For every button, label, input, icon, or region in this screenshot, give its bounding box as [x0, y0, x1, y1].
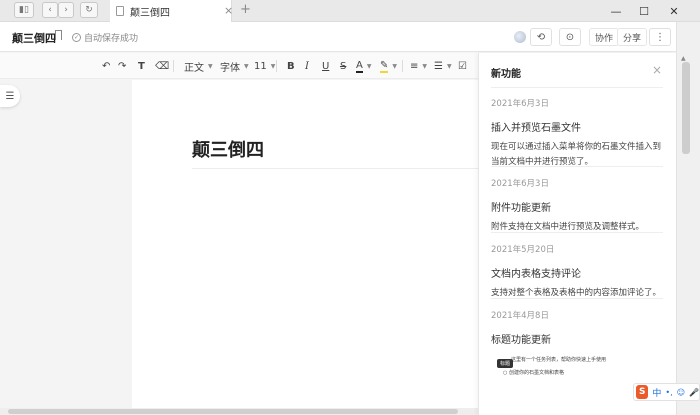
feature-date: 2021年6月3日 — [491, 99, 549, 109]
collaborate-button[interactable]: 协作 — [589, 28, 620, 46]
share-button[interactable]: 分享 — [617, 28, 648, 46]
horizontal-scroll-thumb[interactable] — [8, 409, 458, 414]
caret-down-icon: ▼ — [392, 62, 398, 70]
divider — [491, 232, 663, 233]
checklist-icon[interactable]: ☑ — [458, 59, 467, 73]
minimize-button[interactable]: — — [604, 0, 628, 22]
save-status: ✓ 自动保存成功 — [72, 31, 138, 44]
avatar[interactable] — [514, 31, 526, 43]
check-circle-icon: ✓ — [72, 33, 81, 42]
document-icon — [116, 6, 124, 16]
ime-toolbar[interactable]: S 中 •, ☺ 🎤 — [633, 383, 700, 401]
refresh-button[interactable]: ↻ — [80, 2, 98, 18]
feature-date: 2021年4月8日 — [491, 311, 549, 321]
ime-logo-icon[interactable]: S — [636, 385, 649, 399]
redo-icon[interactable]: ↷ — [118, 59, 126, 73]
caret-down-icon: ▼ — [244, 62, 249, 70]
document-page[interactable]: 颠三倒四 — [132, 80, 478, 410]
text-color-icon: A — [356, 59, 363, 73]
maximize-button[interactable]: ☐ — [632, 0, 656, 22]
italic-button[interactable]: I — [305, 59, 309, 73]
document-header: 颠三倒四 ✓ 自动保存成功 ⟲ ⊙ 协作 分享 ⋮ — [0, 22, 676, 52]
new-tab-button[interactable]: + — [240, 2, 251, 17]
feature-entry: 2021年5月20日 文档内表格支持评论 支持对整个表格及表格中的内容添加评论了… — [491, 243, 665, 301]
strikethrough-button[interactable]: S — [340, 59, 346, 73]
ime-language-toggle[interactable]: 中 — [652, 386, 661, 399]
feature-title[interactable]: 文档内表格支持评论 — [491, 265, 665, 280]
feature-title[interactable]: 标题功能更新 — [491, 331, 665, 346]
font-family-select[interactable]: 字体 ▼ — [220, 59, 249, 74]
toolbar-divider — [402, 60, 403, 72]
font-family-label: 字体 — [220, 62, 240, 74]
bullet-list-icon: ☰ — [434, 60, 443, 72]
caret-down-icon: ▼ — [270, 62, 276, 70]
feature-entry: 2021年4月8日 标题功能更新 — [491, 309, 665, 346]
microphone-icon[interactable]: 🎤 — [689, 388, 699, 397]
caret-down-icon: ▼ — [366, 62, 372, 70]
feature-title[interactable]: 插入并预览石墨文件 — [491, 119, 665, 134]
outline-toggle-button[interactable]: ☰ — [0, 85, 20, 107]
undo-icon[interactable]: ↶ — [102, 59, 110, 73]
highlight-select[interactable]: ✎ ▼ — [380, 59, 397, 73]
divider — [491, 87, 663, 88]
highlight-icon: ✎ — [380, 59, 389, 73]
toolbar-divider — [173, 60, 174, 72]
vertical-scrollbar[interactable]: ▲ — [676, 22, 700, 415]
ime-punctuation-toggle[interactable]: •, — [665, 388, 672, 397]
format-toolbar: ↶ ↷ T ⌫ 正文 ▼ 字体 ▼ 11 ▼ B I U S A ▼ ✎ ▼ ≡ ▼ ☰ ▼ … — [0, 53, 478, 79]
feature-date: 2021年6月3日 — [491, 179, 549, 189]
heading-divider — [192, 168, 478, 169]
toolbar-divider — [276, 60, 277, 72]
horizontal-scrollbar[interactable] — [0, 408, 478, 415]
panel-title: 新功能 — [491, 69, 521, 80]
menu-icon: ☰ — [5, 90, 15, 102]
feature-entry: 2021年6月3日 附件功能更新 附件支持在文档中进行预览及调整样式。 — [491, 177, 665, 235]
bullet-list-select[interactable]: ☰ ▼ — [434, 59, 452, 73]
divider — [491, 298, 663, 299]
history-icon: ⟲ — [536, 31, 546, 43]
whats-new-panel: 新功能 × 2021年6月3日 插入并预览石墨文件 现在可以通过插入菜单将你的石… — [478, 53, 676, 415]
forward-button[interactable]: › — [58, 2, 74, 18]
bookmark-icon[interactable] — [55, 30, 62, 40]
scroll-up-icon[interactable]: ▲ — [681, 55, 686, 62]
close-icon[interactable]: × — [652, 63, 662, 77]
underline-button[interactable]: U — [322, 59, 329, 73]
tab-close-button[interactable]: × — [224, 4, 233, 17]
back-button[interactable]: ‹ — [42, 2, 58, 18]
page-heading[interactable]: 颠三倒四 — [192, 136, 264, 162]
sidebar-layout-icon[interactable]: ▮▯ — [14, 2, 34, 18]
feature-entry: 2021年6月3日 插入并预览石墨文件 现在可以通过插入菜单将你的石墨文件插入到… — [491, 97, 665, 170]
tab-document[interactable]: 颠三倒四 — [110, 0, 232, 22]
more-button[interactable]: ⋮ — [649, 28, 671, 46]
paragraph-style-select[interactable]: 正文 ▼ — [184, 59, 213, 74]
text-color-select[interactable]: A ▼ — [356, 59, 371, 73]
feature-date: 2021年5月20日 — [491, 245, 555, 255]
feature-title[interactable]: 附件功能更新 — [491, 199, 665, 214]
close-window-button[interactable]: ✕ — [662, 0, 686, 22]
bold-button[interactable]: B — [287, 59, 295, 73]
title-bar: ▮▯ ‹ › ↻ 颠三倒四 × + — ☐ ✕ — [0, 0, 700, 22]
vertical-scroll-thumb[interactable] — [682, 62, 690, 154]
caret-down-icon: ▼ — [446, 62, 452, 70]
present-button[interactable]: ⊙ — [559, 28, 581, 46]
divider — [491, 166, 663, 167]
doc-title[interactable]: 颠三倒四 — [12, 30, 56, 46]
ordered-list-icon: ≡ — [410, 60, 419, 72]
caret-down-icon: ▼ — [208, 62, 213, 70]
format-painter-icon[interactable]: T — [138, 59, 145, 73]
tab-title: 颠三倒四 — [130, 7, 170, 19]
ordered-list-select[interactable]: ≡ ▼ — [410, 59, 427, 73]
font-size-label: 11 — [254, 60, 267, 72]
caret-down-icon: ▼ — [422, 62, 428, 70]
paragraph-style-label: 正文 — [184, 62, 204, 74]
font-size-select[interactable]: 11 ▼ — [254, 59, 275, 73]
preview-line: 这里有一个任务列表，帮助你快速上手使用 — [511, 357, 607, 363]
clear-format-icon[interactable]: ⌫ — [155, 59, 169, 73]
save-status-text: 自动保存成功 — [84, 34, 139, 44]
history-button[interactable]: ⟲ — [530, 28, 552, 46]
emoji-icon[interactable]: ☺ — [677, 388, 685, 397]
play-circle-icon: ⊙ — [565, 31, 575, 43]
preview-line: ○ 创建你的石墨文档和表格 — [503, 370, 564, 376]
